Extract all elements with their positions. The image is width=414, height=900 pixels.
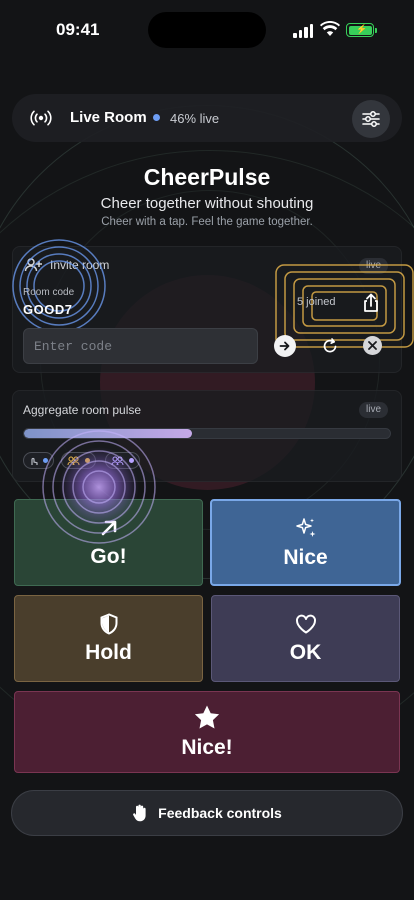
reaction-label: Hold	[85, 640, 132, 664]
tap-icon	[31, 457, 38, 465]
wifi-icon	[320, 21, 340, 36]
group-chip-gold[interactable]	[61, 452, 96, 469]
chip-dot	[85, 458, 90, 463]
share-highlight-frames	[275, 264, 414, 348]
sparkle-icon	[295, 517, 315, 537]
room-code-input[interactable]	[23, 328, 258, 364]
settings-button[interactable]	[352, 100, 390, 138]
reaction-label: Nice	[283, 545, 328, 569]
share-button[interactable]	[358, 290, 384, 316]
app-title: CheerPulse	[143, 164, 271, 190]
reaction-label: Go!	[90, 544, 127, 568]
app-tagline: Cheer with a tap. Feel the game together…	[101, 216, 313, 228]
close-icon	[368, 341, 377, 350]
reaction-star-button[interactable]: Nice!	[14, 691, 400, 773]
feedback-label: Feedback controls	[158, 805, 282, 821]
sliders-icon	[362, 111, 380, 127]
arrow-up-right-icon	[101, 520, 116, 535]
clear-button[interactable]	[363, 336, 382, 355]
live-badge: live	[359, 402, 389, 418]
tap-chip[interactable]	[23, 452, 54, 469]
status-time: 09:41	[56, 20, 100, 39]
feedback-controls-button[interactable]: Feedback controls	[11, 790, 403, 836]
cellular-signal-icon	[293, 24, 315, 38]
dynamic-island	[148, 12, 266, 48]
reaction-nice-button[interactable]: Nice	[210, 499, 401, 586]
aggregate-pulse-title: Aggregate room pulse	[23, 403, 142, 417]
hand-icon	[133, 804, 146, 822]
pulse-level-fill	[24, 429, 193, 438]
tap-target-rings	[12, 239, 106, 333]
live-percent: 46% live	[170, 111, 220, 126]
group-icon	[67, 455, 80, 465]
live-room-bar: Live Room 46% live	[12, 94, 402, 142]
chip-dot	[129, 458, 134, 463]
star-icon	[194, 705, 220, 729]
refresh-button[interactable]	[319, 335, 341, 357]
app-subtitle: Cheer together without shouting	[100, 195, 314, 212]
heart-icon	[295, 614, 316, 633]
live-status-dot	[153, 114, 160, 121]
group-chip-purple[interactable]	[105, 452, 140, 469]
reaction-label: OK	[289, 640, 322, 664]
reaction-label: Nice!	[181, 736, 233, 759]
reaction-hold-button[interactable]: Hold	[14, 595, 203, 682]
reaction-ok-button[interactable]: OK	[211, 595, 400, 682]
room-code-label: Room code	[23, 287, 75, 298]
arrow-right-icon	[279, 341, 290, 351]
live-room-title: Live Room	[70, 109, 147, 126]
joined-count: 5 joined	[297, 296, 336, 308]
refresh-icon	[323, 338, 337, 353]
join-button[interactable]	[274, 335, 296, 357]
status-bar: 09:41 ⚡	[0, 0, 414, 60]
pulse-level-bar	[23, 428, 391, 439]
broadcast-icon	[30, 110, 52, 126]
chip-dot	[43, 458, 48, 463]
share-icon	[364, 293, 378, 312]
battery-icon: ⚡	[346, 23, 377, 37]
shield-icon	[100, 612, 117, 635]
reaction-go-button[interactable]: Go!	[14, 499, 203, 586]
room-code-value: GOOD7	[23, 302, 73, 317]
group-icon	[111, 455, 124, 465]
